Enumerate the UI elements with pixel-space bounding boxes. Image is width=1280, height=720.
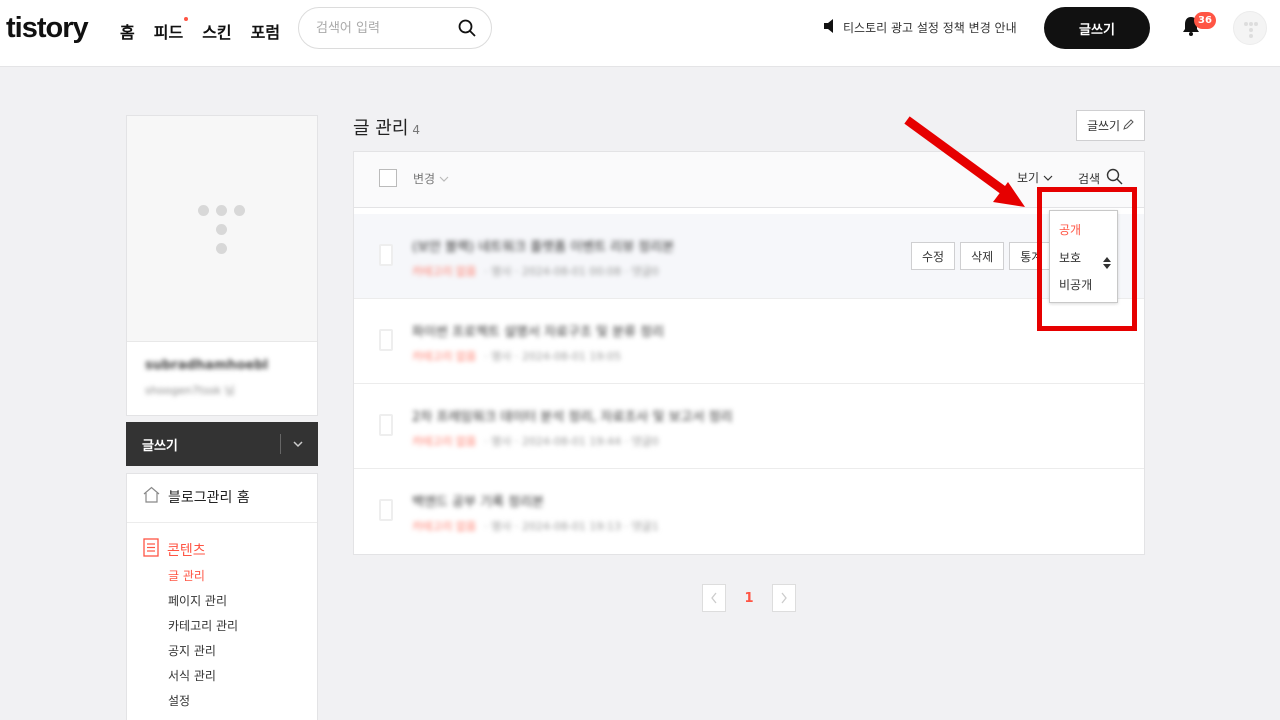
blog-name[interactable]: subradhamhoebl xyxy=(145,358,268,373)
sidebar-item-home[interactable]: 블로그관리 홈 xyxy=(143,486,250,507)
row-checkbox[interactable] xyxy=(379,414,393,436)
chevron-down-icon[interactable] xyxy=(291,436,305,455)
document-icon xyxy=(143,538,159,561)
home-icon xyxy=(143,486,160,507)
post-meta-text: · 명사 · 2024-08-01 19:05 xyxy=(484,350,622,363)
post-title[interactable]: 백엔드 공부 기록 정리본 xyxy=(412,491,544,510)
highlight-box xyxy=(1037,187,1137,331)
next-page-button[interactable] xyxy=(772,584,796,612)
sidebar-item-label: 콘텐츠 xyxy=(167,542,206,559)
table-row[interactable]: 백엔드 공부 기록 정리본 카테고리 없음 · 명사 · 2024-08-01 1… xyxy=(354,469,1144,554)
nav-forum[interactable]: 포럼 xyxy=(251,19,280,43)
prev-page-button[interactable] xyxy=(702,584,726,612)
write-button[interactable]: 글쓰기 xyxy=(1044,7,1150,49)
row-checkbox[interactable] xyxy=(379,244,393,266)
chevron-down-icon xyxy=(1043,171,1053,185)
page-title: 글 관리 4 xyxy=(353,114,420,140)
table-row[interactable]: (보안 블랙) 네트워크 플랫폼 이벤트 리뷰 정리본 카테고리 없음 · 명사 … xyxy=(354,214,1144,299)
blog-profile-card: subradhamhoebl shoogen7tssk 님 xyxy=(126,115,318,416)
divider xyxy=(280,434,281,454)
search-icon[interactable] xyxy=(458,19,476,41)
divider xyxy=(127,522,317,523)
chevron-down-icon xyxy=(439,172,449,186)
nav-feed[interactable]: 피드 xyxy=(153,17,189,43)
nav-home[interactable]: 홈 xyxy=(120,19,135,43)
main-nav: 홈 피드 스킨 포럼 xyxy=(120,17,299,43)
row-checkbox[interactable] xyxy=(379,329,393,351)
search-input[interactable] xyxy=(316,18,456,38)
post-category: 카테고리 없음 xyxy=(412,435,477,448)
post-count: 4 xyxy=(412,123,421,137)
search-icon xyxy=(1106,168,1123,188)
write-post-label: 글쓰기 xyxy=(1086,119,1121,133)
page-title-text: 글 관리 xyxy=(353,118,409,139)
select-all-checkbox[interactable] xyxy=(379,169,397,187)
speaker-icon xyxy=(824,19,836,36)
blog-profile-image[interactable] xyxy=(127,116,317,342)
post-meta-text: · 명사 · 2024-08-01 19:44 · 댓글0 xyxy=(484,435,659,448)
post-meta: 카테고리 없음 · 명사 · 2024-08-01 00:08 · 댓글0 xyxy=(412,263,659,279)
post-meta-text: · 명사 · 2024-08-01 19:13 · 댓글1 xyxy=(484,520,659,533)
table-row[interactable]: 파이썬 프로젝트 설명서 자료구조 및 분류 정리 카테고리 없음 · 명사 · … xyxy=(354,299,1144,384)
sidebar-write-button[interactable]: 글쓰기 xyxy=(126,422,318,466)
post-category: 카테고리 없음 xyxy=(412,350,477,363)
submenu-page-manage[interactable]: 페이지 관리 xyxy=(168,593,238,618)
top-header: tistory 홈 피드 스킨 포럼 티스토리 광고 설정 정책 변경 안내 글… xyxy=(0,0,1280,67)
edit-button[interactable]: 수정 xyxy=(911,242,956,270)
tistory-logo[interactable]: tistory xyxy=(6,12,89,45)
nav-feed-label: 피드 xyxy=(153,23,184,42)
change-label: 변경 xyxy=(413,172,436,186)
contents-submenu: 글 관리 페이지 관리 카테고리 관리 공지 관리 서식 관리 설정 xyxy=(168,568,238,718)
search-box xyxy=(298,7,492,49)
table-row[interactable]: 2차 프레임워크 데이터 분석 정리, 자료조사 및 보고서 정리 카테고리 없… xyxy=(354,384,1144,469)
page-number[interactable]: 1 xyxy=(726,591,772,606)
write-post-button[interactable]: 글쓰기 xyxy=(1076,110,1145,141)
list-search-button[interactable]: 검색 xyxy=(1078,168,1123,188)
post-category: 카테고리 없음 xyxy=(412,265,477,278)
sidebar-menu: 블로그관리 홈 콘텐츠 글 관리 페이지 관리 카테고리 관리 공지 관리 서식… xyxy=(126,473,318,720)
pencil-icon xyxy=(1123,118,1134,133)
post-meta-text: · 명사 · 2024-08-01 00:08 · 댓글0 xyxy=(484,265,659,278)
annotation-arrow-icon xyxy=(904,116,1025,207)
notice-text: 티스토리 광고 설정 정책 변경 안내 xyxy=(843,21,1017,35)
post-title[interactable]: 파이썬 프로젝트 설명서 자료구조 및 분류 정리 xyxy=(412,321,664,340)
post-title[interactable]: 2차 프레임워크 데이터 분석 정리, 자료조사 및 보고서 정리 xyxy=(412,406,733,425)
submenu-category-manage[interactable]: 카테고리 관리 xyxy=(168,618,238,643)
post-list: 변경 보기 검색 (보안 블랙) 네트워크 플랫폼 이벤트 리뷰 정리본 카테고… xyxy=(353,151,1145,555)
sidebar-item-contents[interactable]: 콘텐츠 xyxy=(143,538,206,561)
post-title[interactable]: (보안 블랙) 네트워크 플랫폼 이벤트 리뷰 정리본 xyxy=(412,236,674,255)
change-dropdown[interactable]: 변경 xyxy=(413,170,449,187)
notice-link[interactable]: 티스토리 광고 설정 정책 변경 안내 xyxy=(824,19,1017,36)
post-meta: 카테고리 없음 · 명사 · 2024-08-01 19:05 xyxy=(412,348,621,364)
new-dot-icon xyxy=(184,17,189,21)
submenu-notice-manage[interactable]: 공지 관리 xyxy=(168,643,238,668)
blog-address: shoogen7tssk 님 xyxy=(145,384,235,397)
post-meta: 카테고리 없음 · 명사 · 2024-08-01 19:13 · 댓글1 xyxy=(412,518,659,534)
post-meta: 카테고리 없음 · 명사 · 2024-08-01 19:44 · 댓글0 xyxy=(412,433,659,449)
sidebar-write-label: 글쓰기 xyxy=(142,438,178,454)
post-category: 카테고리 없음 xyxy=(412,520,477,533)
row-actions: 수정 삭제 통계 xyxy=(911,242,1054,270)
row-checkbox[interactable] xyxy=(379,499,393,521)
notification-badge: 36 xyxy=(1194,12,1216,29)
delete-button[interactable]: 삭제 xyxy=(960,242,1005,270)
submenu-settings[interactable]: 설정 xyxy=(168,693,238,718)
avatar[interactable] xyxy=(1233,11,1267,45)
submenu-template-manage[interactable]: 서식 관리 xyxy=(168,668,238,693)
nav-skin[interactable]: 스킨 xyxy=(202,19,231,43)
sidebar-item-label: 블로그관리 홈 xyxy=(168,489,250,506)
pagination: 1 xyxy=(702,584,796,612)
submenu-post-manage[interactable]: 글 관리 xyxy=(168,568,238,593)
list-search-label: 검색 xyxy=(1078,171,1101,186)
